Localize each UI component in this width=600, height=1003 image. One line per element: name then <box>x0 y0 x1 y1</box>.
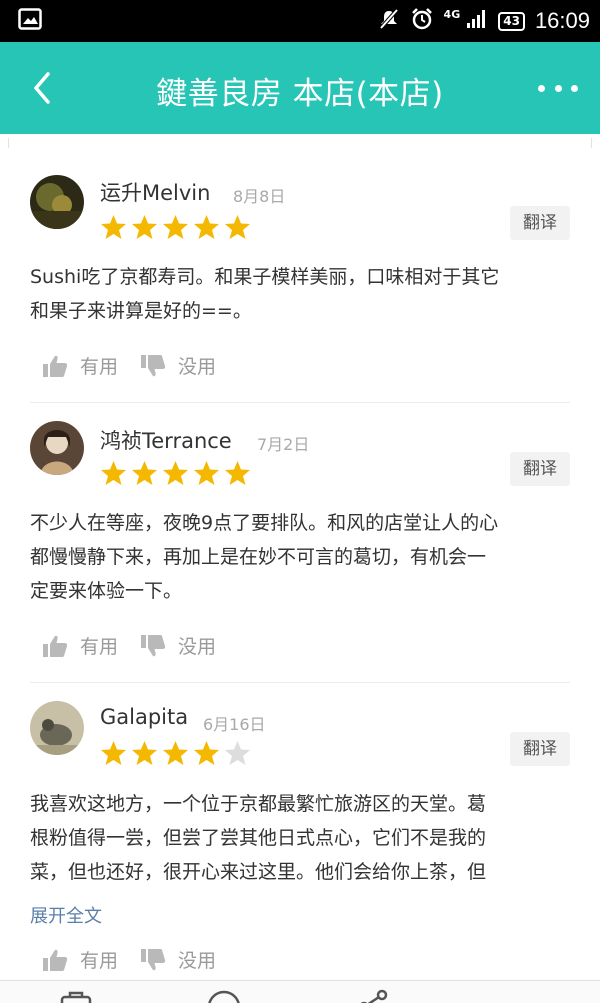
reviews-list[interactable]: 运升Melvin 8月8日 翻译 Sushi吃了京都寿司。和果子模样美丽，口味相… <box>0 134 600 980</box>
star-filled-icon <box>163 215 188 239</box>
review-actions: 有用 没用 <box>42 632 238 659</box>
useful-label: 有用 <box>80 636 119 658</box>
bag-button[interactable] <box>58 989 94 1003</box>
review-text-line: Sushi吃了京都寿司。和果子模样美丽，口味相对于其它 <box>30 266 500 288</box>
useful-button[interactable]: 有用 <box>42 632 118 659</box>
comment-icon <box>208 990 240 1003</box>
useless-label: 没用 <box>178 356 217 378</box>
thumbs-up-icon <box>43 355 68 377</box>
star-filled-icon <box>132 741 157 765</box>
translate-button[interactable]: 翻译 <box>510 452 570 486</box>
review-text: 我喜欢这地方，一个位于京都最繁忙旅游区的天堂。葛 根粉值得一尝，但尝了尝其他日式… <box>30 787 570 889</box>
review-text-line: 我喜欢这地方，一个位于京都最繁忙旅游区的天堂。葛 <box>30 793 487 815</box>
thumbs-down-icon <box>141 948 166 970</box>
star-filled-icon <box>132 215 157 239</box>
thumbs-up-icon <box>43 949 68 971</box>
clock: 16:09 <box>534 8 590 33</box>
star-filled-icon <box>194 461 219 485</box>
useful-label: 有用 <box>80 950 119 972</box>
review-text-line: 根粉值得一尝，但尝了尝其他日式点心，它们不是我的 <box>30 827 487 849</box>
reviewer-name[interactable]: 鸿祯Terrance <box>100 425 232 455</box>
share-icon <box>360 989 388 1003</box>
star-filled-icon <box>163 741 188 765</box>
review-actions: 有用 没用 <box>42 946 238 973</box>
reviewer-name[interactable]: 运升Melvin <box>100 177 210 207</box>
useful-label: 有用 <box>80 356 119 378</box>
review-text-line: 定要来体验一下。 <box>30 580 183 602</box>
more-dots-icon <box>538 84 545 92</box>
bag-icon <box>60 991 92 1003</box>
useless-button[interactable]: 没用 <box>140 946 216 973</box>
useless-label: 没用 <box>178 636 217 658</box>
star-filled-icon <box>163 461 188 485</box>
star-filled-icon <box>101 215 126 239</box>
review-actions: 有用 没用 <box>42 352 238 379</box>
star-filled-icon <box>225 215 250 239</box>
star-filled-icon <box>101 461 126 485</box>
page-title: 鍵善良房 本店(本店) <box>156 76 444 112</box>
divider <box>30 682 570 683</box>
signal-icon <box>466 9 488 33</box>
star-filled-icon <box>101 741 126 765</box>
useless-label: 没用 <box>178 950 217 972</box>
status-bar: 4G 43 16:09 <box>0 0 600 42</box>
review-date: 7月2日 <box>257 435 310 454</box>
useless-button[interactable]: 没用 <box>140 632 216 659</box>
rating-stars <box>100 214 251 241</box>
review-text-line: 都慢慢静下来，再加上是在妙不可言的葛切，有机会一 <box>30 546 487 568</box>
comment-button[interactable] <box>206 989 242 1003</box>
review-text: 不少人在等座，夜晚9点了要排队。和风的店堂让人的心 都慢慢静下来，再加上是在妙不… <box>30 506 570 608</box>
avatar[interactable] <box>30 175 84 229</box>
alarm-icon <box>410 7 434 35</box>
star-filled-icon <box>132 461 157 485</box>
review-date: 6月16日 <box>203 715 266 734</box>
rating-stars <box>100 740 251 767</box>
reviewer-name[interactable]: Galapita <box>100 705 188 729</box>
card-edge <box>8 138 592 148</box>
translate-button[interactable]: 翻译 <box>510 732 570 766</box>
review-text-line: 不少人在等座，夜晚9点了要排队。和风的店堂让人的心 <box>30 512 499 534</box>
review-text-line: 菜，但也还好，很开心来过这里。他们会给你上茶，但 <box>30 861 487 883</box>
more-dots-icon <box>571 84 578 92</box>
more-dots-icon <box>554 84 562 92</box>
thumbs-down-icon <box>141 354 166 376</box>
avatar[interactable] <box>30 701 84 755</box>
gallery-notification-icon <box>18 8 42 34</box>
translate-button[interactable]: 翻译 <box>510 206 570 240</box>
avatar[interactable] <box>30 421 84 475</box>
review-date: 8月8日 <box>233 187 286 206</box>
review-text: Sushi吃了京都寿司。和果子模样美丽，口味相对于其它 和果子来讲算是好的==。 <box>30 260 570 328</box>
battery-indicator: 43 <box>498 11 525 31</box>
bottom-action-bar <box>0 980 600 1003</box>
star-empty-icon <box>225 741 250 765</box>
divider <box>30 402 570 403</box>
useful-button[interactable]: 有用 <box>42 946 118 973</box>
review-text-line: 和果子来讲算是好的==。 <box>30 300 252 322</box>
useless-button[interactable]: 没用 <box>140 352 216 379</box>
mute-icon <box>378 8 400 34</box>
more-options-button[interactable] <box>538 76 578 100</box>
rating-stars <box>100 460 251 487</box>
useful-button[interactable]: 有用 <box>42 352 118 379</box>
app-header: 鍵善良房 本店(本店) <box>0 42 600 134</box>
star-filled-icon <box>194 215 219 239</box>
thumbs-down-icon <box>141 634 166 656</box>
thumbs-up-icon <box>43 635 68 657</box>
star-filled-icon <box>194 741 219 765</box>
share-button[interactable] <box>356 989 392 1003</box>
expand-full-text-link[interactable]: 展开全文 <box>30 902 102 928</box>
star-filled-icon <box>225 461 250 485</box>
network-type: 4G <box>443 7 461 21</box>
